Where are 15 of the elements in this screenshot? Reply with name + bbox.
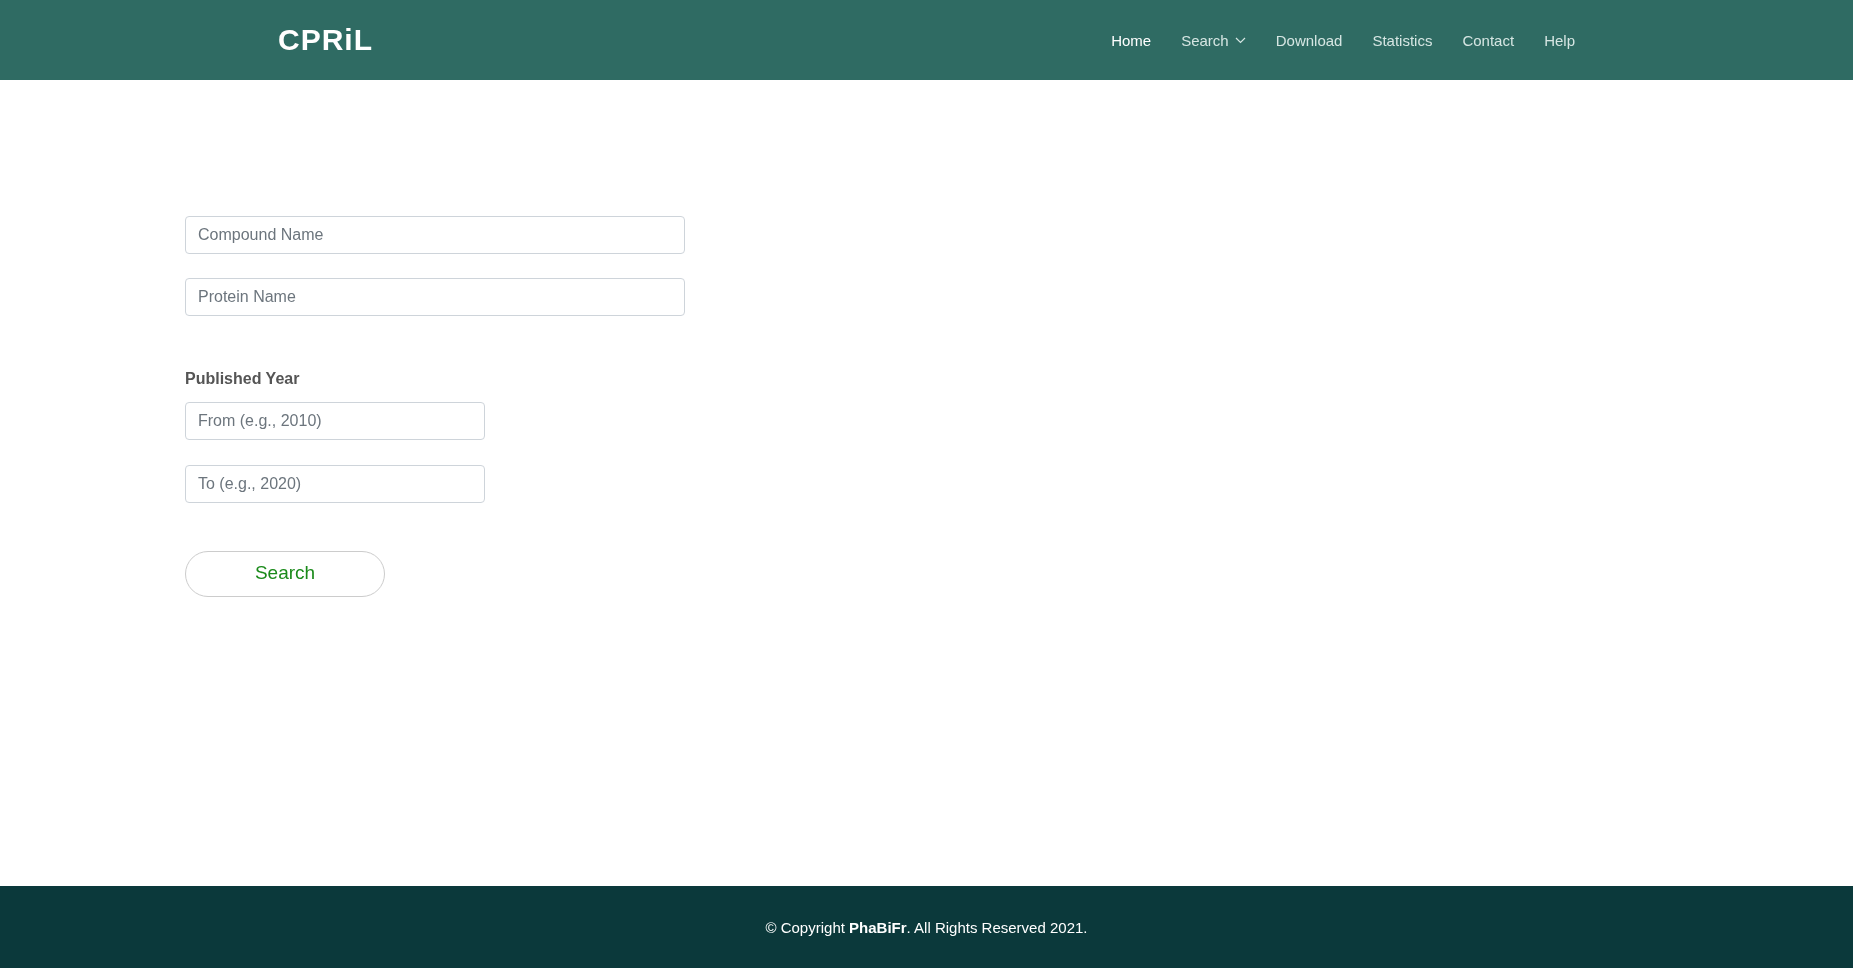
copyright-text: © Copyright PhaBiFr. All Rights Reserved 2021. (765, 918, 1088, 936)
year-from-field[interactable]: From (e.g., 2010) (185, 402, 485, 440)
protein-name-field[interactable]: Protein Name (185, 278, 685, 316)
nav-link[interactable]: Search (1181, 31, 1246, 49)
nav-link[interactable]: Home (1111, 31, 1152, 49)
nav-link[interactable]: Help (1544, 31, 1575, 49)
nav-link[interactable]: Statistics (1372, 31, 1433, 49)
chevron-down-icon (1234, 36, 1246, 44)
site-logo[interactable]: CPRiL (278, 23, 373, 57)
nav-link[interactable]: Contact (1462, 31, 1515, 49)
compound-name-field[interactable]: Compound Name (185, 216, 685, 254)
published-year-label: Published Year (185, 370, 301, 388)
nav-link[interactable]: Download (1275, 31, 1343, 49)
search-button[interactable]: Search (185, 551, 385, 597)
year-to-field[interactable]: To (e.g., 2020) (185, 465, 485, 503)
